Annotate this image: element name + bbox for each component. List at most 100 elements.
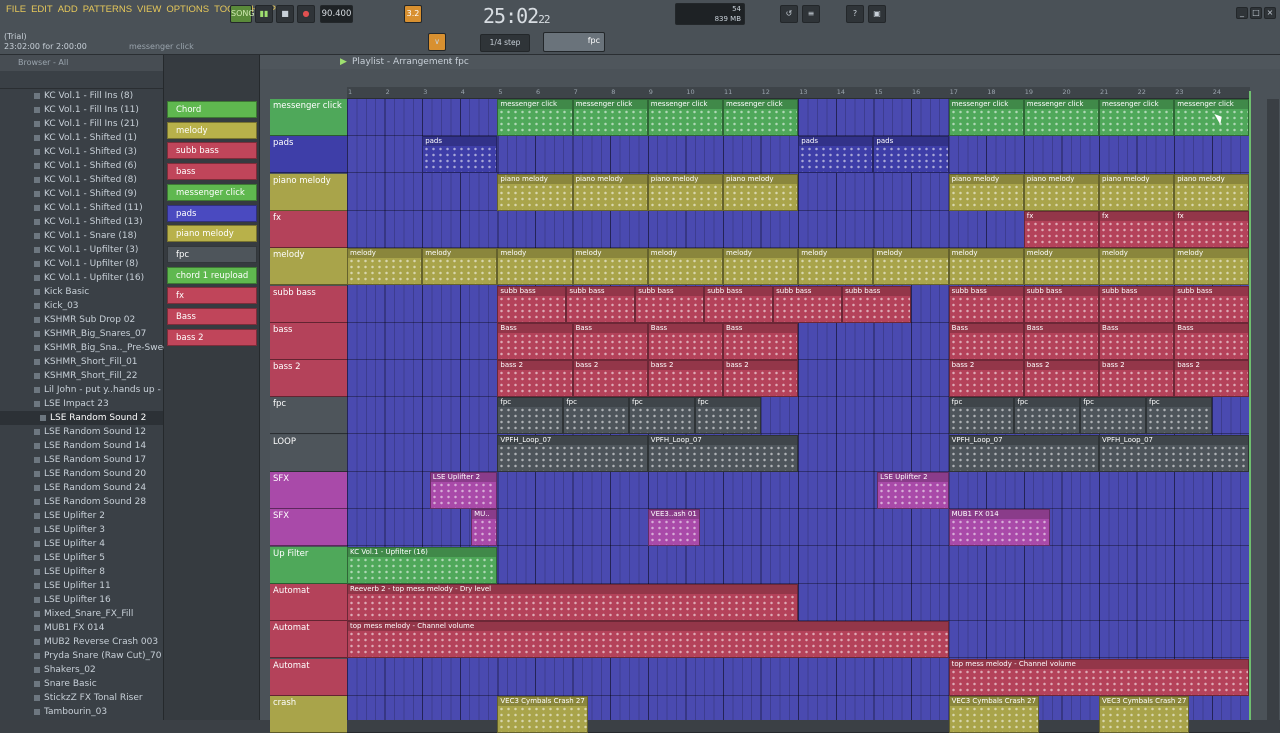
playlist-clip[interactable]: messenger click <box>1099 99 1175 136</box>
pattern-selector[interactable]: fpc <box>543 32 605 52</box>
playlist-clip[interactable]: subb bass <box>635 285 705 323</box>
picker-clip[interactable]: chord 1 reupload <box>167 266 257 284</box>
menu-options[interactable]: OPTIONS <box>166 4 209 22</box>
playlist-clip[interactable]: messenger click <box>497 99 573 136</box>
browser-item[interactable]: KC Vol.1 - Upfilter (8) <box>0 257 163 271</box>
playlist-clip[interactable]: top mess melody - Channel volume <box>347 621 949 659</box>
browser-item[interactable]: LSE Uplifter 8 <box>0 565 163 579</box>
playlist-clip[interactable]: messenger click <box>723 99 799 136</box>
picker-clip[interactable]: Bass <box>167 308 257 325</box>
browser-item[interactable]: KSHMR_Big_Sna.._Pre-Sweep_02 <box>0 341 190 355</box>
tempo-display[interactable]: 90.400 <box>320 5 353 23</box>
browser-item[interactable]: Lil John - put y..hands up - Part_1 <box>0 383 192 397</box>
playlist-clip[interactable]: MU.. <box>471 509 498 547</box>
playlist-clip[interactable]: piano melody <box>647 173 723 211</box>
playlist-clip[interactable]: Reeverb 2 - top mess melody - Dry level <box>347 583 799 621</box>
browser-item[interactable]: LSE Random Sound 14 <box>0 439 163 453</box>
song-mode-button[interactable]: SONG <box>230 5 255 23</box>
browser-item[interactable]: MUB2 Reverse Crash 003 <box>0 635 163 649</box>
browser-item[interactable]: LSE Random Sound 28 <box>0 495 163 509</box>
playlist-clip[interactable]: KC Vol.1 - Upfilter (16) <box>347 546 498 584</box>
menu-edit[interactable]: EDIT <box>31 4 53 22</box>
playlist-clip[interactable]: VEC3 Cymbals Crash 27 <box>1099 695 1190 733</box>
playlist-clip[interactable]: bass 2 <box>1099 360 1175 398</box>
browser-item[interactable]: KSHMR_Short_Fill_01 <box>0 355 163 369</box>
track-header[interactable]: subb bass <box>270 285 347 323</box>
playlist-clip[interactable]: subb bass <box>1174 285 1250 323</box>
playlist-clip[interactable]: fx <box>1099 210 1175 248</box>
playlist-clip[interactable]: fpc <box>1080 397 1146 435</box>
playlist-clip[interactable]: melody <box>798 248 874 286</box>
browser-item[interactable]: LSE Random Sound 12 <box>0 425 163 439</box>
undo-icon[interactable]: ↺ <box>780 5 798 23</box>
playlist-clip[interactable]: MUB1 FX 014 <box>948 509 1051 547</box>
playlist-clip[interactable]: Bass <box>1174 322 1250 360</box>
window-close-button[interactable]: × <box>1264 7 1276 19</box>
playlist-clip[interactable]: subb bass <box>842 285 911 323</box>
track-header[interactable]: bass 2 <box>270 360 347 398</box>
playlist-clip[interactable]: melody <box>497 248 573 286</box>
help-icon[interactable]: ? <box>846 5 864 23</box>
browser-item[interactable]: KSHMR Sub Drop 02 <box>0 313 163 327</box>
playlist-clip[interactable]: fpc <box>497 397 564 435</box>
playlist-clip[interactable]: pads <box>798 136 874 174</box>
picker-clip[interactable]: piano melody <box>167 225 257 243</box>
track-header[interactable]: Automat <box>270 621 347 659</box>
playlist-clip[interactable]: messenger click <box>1174 99 1250 136</box>
playlist-clip[interactable]: piano melody <box>948 173 1024 211</box>
playlist-clip[interactable]: VEE3..ash 01 <box>647 509 701 547</box>
playlist-clip[interactable]: piano melody <box>572 173 648 211</box>
playlist-clip[interactable]: piano melody <box>1099 173 1175 211</box>
browser-item[interactable]: Kick Basic <box>0 285 163 299</box>
playlist-clip[interactable]: melody <box>1174 248 1250 286</box>
playlist-clip[interactable]: VPFH_Loop_07 <box>1099 434 1250 472</box>
playlist-clip[interactable]: melody <box>347 248 423 286</box>
vertical-scrollbar[interactable] <box>1267 99 1279 720</box>
track-header[interactable]: crash <box>270 695 347 733</box>
browser-item[interactable]: KC Vol.1 - Shifted (13) <box>0 215 163 229</box>
save-icon[interactable]: ▣ <box>868 5 886 23</box>
playlist-clip[interactable]: Bass <box>723 322 799 360</box>
playlist-clip[interactable]: subb bass <box>1099 285 1175 323</box>
playlist-clip[interactable]: fpc <box>1146 397 1212 435</box>
browser-item[interactable]: Pryda Snare (Raw Cut)_70 (2) <box>0 649 177 663</box>
playlist-clip[interactable]: subb bass <box>566 285 636 323</box>
playlist-clip[interactable]: bass 2 <box>1023 360 1099 398</box>
picker-clip[interactable]: fx <box>167 287 257 305</box>
playlist-clip[interactable]: LSE Uplifter 2 <box>429 472 498 509</box>
playlist-clip[interactable]: subb bass <box>497 285 567 323</box>
playlist-clip[interactable]: Bass <box>1099 322 1175 360</box>
browser-item[interactable]: Shakers_02 <box>0 663 163 677</box>
browser-item[interactable]: KC Vol.1 - Fill Ins (21) <box>0 117 163 131</box>
playlist-clip[interactable]: fpc <box>1014 397 1081 435</box>
browser-item[interactable]: LSE Impact 23 <box>0 397 163 411</box>
picker-clip[interactable]: pads <box>167 204 257 222</box>
track-header[interactable]: Automat <box>270 583 347 621</box>
browser-item[interactable]: KC Vol.1 - Shifted (6) <box>0 159 163 173</box>
playlist-clip[interactable]: messenger click <box>647 99 723 136</box>
playlist-clip[interactable]: melody <box>873 248 949 286</box>
browser-item[interactable]: StickzZ FX Tonal Riser <box>0 691 163 705</box>
browser-item[interactable]: Kick_03 <box>0 299 163 313</box>
playlist-clip[interactable]: messenger click <box>572 99 648 136</box>
playlist-clip[interactable]: melody <box>422 248 498 286</box>
playlist-clip[interactable]: bass 2 <box>723 360 799 398</box>
playlist-clip[interactable]: subb bass <box>704 285 774 323</box>
picker-clip[interactable]: messenger click <box>167 183 257 201</box>
browser-item[interactable]: Mixed_Snare_FX_Fill <box>0 607 163 621</box>
menu-file[interactable]: FILE <box>6 4 26 22</box>
playlist-clip[interactable]: melody <box>572 248 648 286</box>
browser-item[interactable]: LSE Uplifter 3 <box>0 523 163 537</box>
browser-item[interactable]: LSE Uplifter 2 <box>0 509 163 523</box>
browser-item[interactable]: Snare Basic <box>0 677 163 691</box>
picker-clip[interactable]: bass <box>167 163 257 181</box>
record-button[interactable]: ● <box>297 5 315 23</box>
playlist-clip[interactable]: Bass <box>1023 322 1099 360</box>
playlist-clip[interactable]: fpc <box>629 397 695 435</box>
metronome-button[interactable]: 3.2 <box>404 5 422 23</box>
playlist-clip[interactable]: LSE Uplifter 2 <box>877 472 949 509</box>
playlist-clip[interactable]: fpc <box>563 397 629 435</box>
playlist-clip[interactable]: piano melody <box>1023 173 1099 211</box>
play-button[interactable]: ▮▮ <box>255 5 273 23</box>
timeline-ruler[interactable]: 1 2 3 4 5 6 7 8 9 10 11 12 13 14 15 16 17 18 19 20 21 22 23 24 <box>347 87 1250 99</box>
